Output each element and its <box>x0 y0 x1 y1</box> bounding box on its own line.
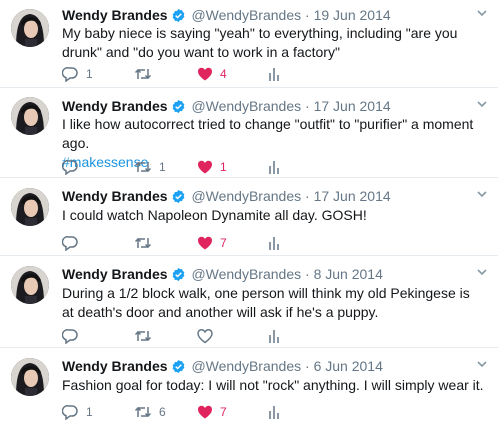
tweet-header: Wendy Brandes @WendyBrandes · 6 Jun 2014 <box>62 357 470 378</box>
author-handle[interactable]: @WendyBrandes <box>191 7 301 23</box>
tweet[interactable]: Wendy Brandes @WendyBrandes · 6 Jun 2014… <box>0 348 498 432</box>
like-button[interactable]: 7 <box>197 404 227 420</box>
analytics-button[interactable] <box>267 159 281 175</box>
heart-icon <box>197 329 213 344</box>
tweet[interactable]: Wendy Brandes @WendyBrandes · 17 Jun 201… <box>0 88 498 178</box>
tweet[interactable]: Wendy Brandes @WendyBrandes · 8 Jun 2014… <box>0 256 498 348</box>
reply-count: 1 <box>86 67 93 81</box>
reply-button[interactable] <box>62 235 86 251</box>
retweet-icon <box>134 330 152 342</box>
avatar[interactable] <box>11 266 49 304</box>
like-count: 1 <box>220 160 227 174</box>
tweet-text: I like how autocorrect tried to change "… <box>62 116 474 151</box>
analytics-icon <box>269 406 279 419</box>
analytics-button[interactable] <box>267 328 281 344</box>
author-name[interactable]: Wendy Brandes <box>62 98 168 114</box>
tweet-date[interactable]: 17 Jun 2014 <box>314 188 391 204</box>
tweet-date[interactable]: 19 Jun 2014 <box>314 7 391 23</box>
author-handle[interactable]: @WendyBrandes <box>191 266 301 282</box>
chevron-down-icon[interactable] <box>476 7 488 19</box>
author-handle[interactable]: @WendyBrandes <box>191 98 301 114</box>
author-name[interactable]: Wendy Brandes <box>62 7 168 23</box>
analytics-icon <box>269 237 279 250</box>
analytics-icon <box>269 330 279 343</box>
separator: · <box>305 7 310 23</box>
tweet-actions: 1 6 7 <box>60 404 478 420</box>
analytics-button[interactable] <box>267 235 281 251</box>
tweet-date[interactable]: 6 Jun 2014 <box>314 358 383 374</box>
retweet-button[interactable]: 6 <box>134 404 166 420</box>
tweet-actions: 1 4 <box>60 66 478 82</box>
retweet-icon <box>134 68 152 80</box>
tweet-actions: 1 1 <box>60 159 478 175</box>
author-handle[interactable]: @WendyBrandes <box>191 188 301 204</box>
tweet-text: During a 1/2 block walk, one person will… <box>62 285 470 320</box>
chevron-down-icon[interactable] <box>476 358 488 370</box>
tweet-header: Wendy Brandes @WendyBrandes · 17 Jun 201… <box>62 187 470 208</box>
retweet-count: 1 <box>159 160 166 174</box>
tweet-text: My baby niece is saying "yeah" to everyt… <box>62 25 458 60</box>
like-button[interactable] <box>197 328 220 344</box>
chevron-down-icon[interactable] <box>476 98 488 110</box>
reply-icon <box>62 67 78 82</box>
heart-icon <box>198 405 212 419</box>
retweet-button[interactable]: 1 <box>134 159 166 175</box>
chevron-down-icon[interactable] <box>476 266 488 278</box>
retweet-button[interactable] <box>134 328 159 344</box>
retweet-icon <box>134 237 152 249</box>
tweet-date[interactable]: 17 Jun 2014 <box>314 98 391 114</box>
reply-button[interactable] <box>62 159 86 175</box>
heart-icon <box>198 236 212 250</box>
avatar[interactable] <box>11 188 49 226</box>
tweet-actions <box>60 328 478 344</box>
like-button[interactable]: 4 <box>197 66 227 82</box>
separator: · <box>305 358 310 374</box>
heart-icon <box>198 160 212 174</box>
author-name[interactable]: Wendy Brandes <box>62 266 168 282</box>
tweet-text: Fashion goal for today: I will not "rock… <box>62 377 484 393</box>
analytics-icon <box>269 68 279 81</box>
retweet-icon <box>134 161 152 173</box>
like-count: 7 <box>220 236 227 250</box>
reply-button[interactable]: 1 <box>62 66 93 82</box>
tweet-actions: 7 <box>60 235 478 251</box>
chevron-down-icon[interactable] <box>476 188 488 200</box>
retweet-button[interactable] <box>134 66 159 82</box>
tweet-text: I could watch Napoleon Dynamite all day.… <box>62 207 367 223</box>
tweet[interactable]: Wendy Brandes @WendyBrandes · 19 Jun 201… <box>0 0 498 88</box>
tweet[interactable]: Wendy Brandes @WendyBrandes · 17 Jun 201… <box>0 178 498 256</box>
tweet-date[interactable]: 8 Jun 2014 <box>314 266 383 282</box>
avatar[interactable] <box>11 9 49 47</box>
retweet-icon <box>134 406 152 418</box>
analytics-button[interactable] <box>267 404 281 420</box>
reply-icon <box>62 329 78 344</box>
like-button[interactable]: 7 <box>197 235 227 251</box>
like-count: 7 <box>220 405 227 419</box>
avatar[interactable] <box>11 97 49 135</box>
reply-button[interactable]: 1 <box>62 404 93 420</box>
reply-icon <box>62 160 78 175</box>
author-handle[interactable]: @WendyBrandes <box>191 358 301 374</box>
reply-icon <box>62 405 78 420</box>
retweet-button[interactable] <box>134 235 159 251</box>
analytics-icon <box>269 161 279 174</box>
separator: · <box>305 188 310 204</box>
separator: · <box>305 98 310 114</box>
like-count: 4 <box>220 67 227 81</box>
author-name[interactable]: Wendy Brandes <box>62 358 168 374</box>
heart-icon <box>198 67 212 81</box>
reply-button[interactable] <box>62 328 86 344</box>
separator: · <box>305 266 310 282</box>
author-name[interactable]: Wendy Brandes <box>62 188 168 204</box>
analytics-button[interactable] <box>267 66 281 82</box>
tweet-header: Wendy Brandes @WendyBrandes · 8 Jun 2014 <box>62 265 470 286</box>
avatar[interactable] <box>11 358 49 396</box>
reply-count: 1 <box>86 405 93 419</box>
retweet-count: 6 <box>159 405 166 419</box>
like-button[interactable]: 1 <box>197 159 227 175</box>
reply-icon <box>62 236 78 251</box>
